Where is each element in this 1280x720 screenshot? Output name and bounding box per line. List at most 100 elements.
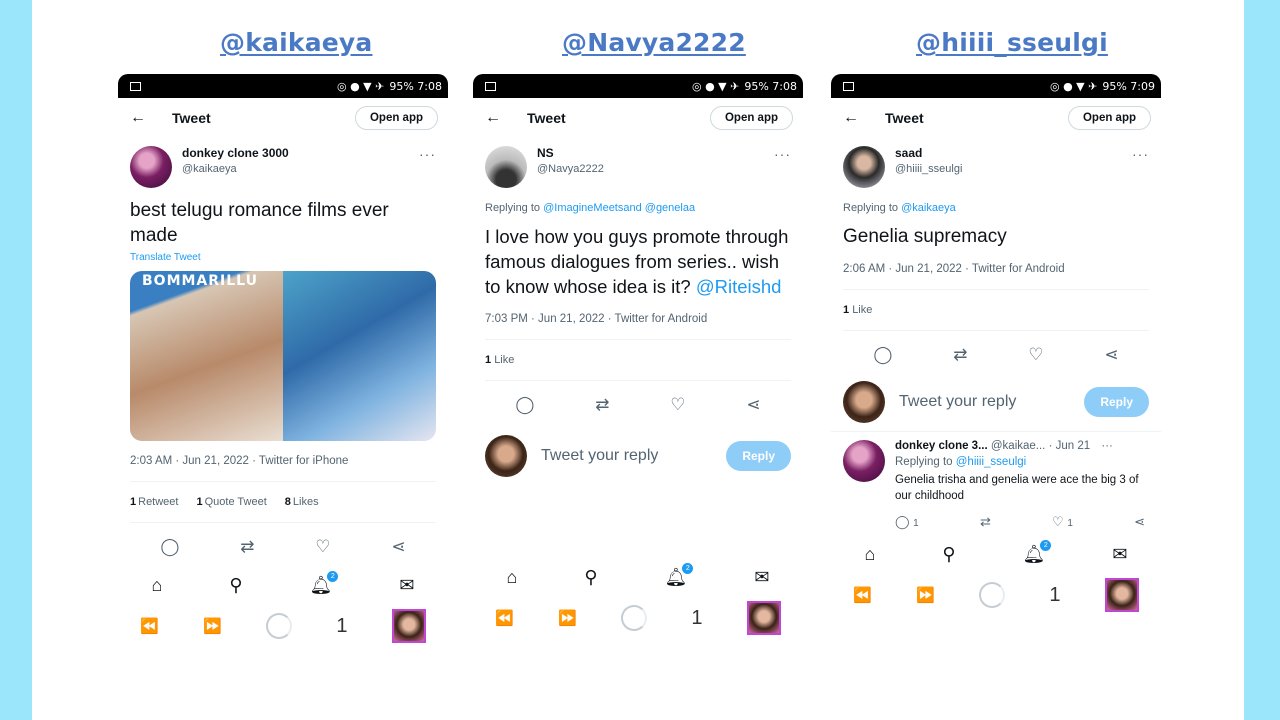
avatar[interactable] (843, 440, 885, 482)
like-icon[interactable]: ♡ (315, 537, 330, 557)
back-arrow-icon[interactable]: ← (130, 109, 160, 127)
translate-tweet-link[interactable]: Translate Tweet (130, 252, 436, 263)
profile-thumbnail[interactable] (746, 601, 781, 635)
notifications-icon[interactable]: 🔔︎ 2 (310, 571, 339, 596)
fast-forward-icon[interactable]: ⏩ (916, 586, 935, 604)
replying-to-link[interactable]: @hiiii_sseulgi (956, 456, 1026, 468)
reply-icon[interactable]: ◯ (160, 537, 179, 557)
notifications-icon[interactable]: 🔔︎ 2 (665, 563, 694, 588)
like-icon[interactable]: ♡ (1028, 345, 1043, 365)
reply-replying-to: Replying to @hiiii_sseulgi (895, 456, 1027, 468)
bottom-nav: ⌂ ⚲ 🔔︎ 2 ✉ (118, 567, 448, 604)
likes-stat[interactable]: 8 Likes (285, 496, 319, 508)
retweet-icon[interactable]: ⇄ (953, 345, 967, 365)
avatar[interactable] (485, 146, 527, 188)
username[interactable]: @kaikaeya (182, 163, 289, 175)
rewind-icon[interactable]: ⏪ (495, 609, 514, 627)
fast-forward-icon[interactable]: ⏩ (558, 609, 577, 627)
share-icon[interactable]: ⋖ (1104, 345, 1118, 365)
reply-icon[interactable]: ◯ (873, 345, 892, 365)
tab-count[interactable]: 1 (336, 615, 347, 638)
bottom-nav: ⌂ ⚲ 🔔︎ 2 ✉ (473, 559, 803, 596)
quotes-stat[interactable]: 1 Quote Tweet (196, 496, 266, 508)
reply-tweet[interactable]: donkey clone 3... @kaikae... · Jun 21 ··… (831, 432, 1161, 530)
reply-username[interactable]: @kaikae... (991, 440, 1046, 452)
open-app-button[interactable]: Open app (709, 106, 793, 130)
replying-to: Replying to @ImagineMeetsand @genelaa (485, 202, 696, 214)
main-tweet: saad @hiiii_sseulgi ··· Replying to @kai… (831, 138, 1161, 375)
home-icon[interactable]: ⌂ (506, 567, 517, 588)
reply-button[interactable]: Reply (726, 441, 791, 471)
retweet-icon[interactable]: ⇄ (240, 537, 254, 557)
more-options-icon[interactable]: ··· (419, 146, 436, 162)
tweet-actions: ◯ ⇄ ♡ ⋖ (130, 523, 436, 567)
like-icon[interactable]: ♡ 1 (1052, 514, 1073, 530)
retweets-stat[interactable]: 1 Retweet (130, 496, 178, 508)
messages-icon[interactable]: ✉ (1112, 544, 1127, 565)
display-name[interactable]: saad (895, 146, 962, 160)
display-name[interactable]: donkey clone 3000 (182, 146, 289, 160)
avatar[interactable] (130, 146, 172, 188)
share-icon[interactable]: ⋖ (391, 537, 405, 557)
replying-to-link[interactable]: @kaikaeya (901, 202, 956, 214)
gallery-icon (843, 81, 854, 91)
rewind-icon[interactable]: ⏪ (853, 586, 872, 604)
likes-stat[interactable]: 1 Like (843, 290, 1149, 330)
retweet-icon[interactable]: ⇄ (980, 514, 991, 530)
more-options-icon[interactable]: ··· (1132, 146, 1149, 162)
open-app-button[interactable]: Open app (1067, 106, 1151, 130)
reply-display-name[interactable]: donkey clone 3... (895, 440, 988, 452)
search-icon[interactable]: ⚲ (229, 575, 242, 596)
avatar (843, 381, 885, 423)
battery-time: 95% 7:09 (1102, 79, 1155, 93)
status-icons: ◎ ● ▼ ✈ (336, 79, 385, 93)
reply-input[interactable]: Tweet your reply (541, 447, 712, 465)
messages-icon[interactable]: ✉ (399, 575, 414, 596)
notification-badge: 2 (682, 563, 694, 574)
notifications-icon[interactable]: 🔔︎ 2 (1023, 540, 1052, 565)
search-icon[interactable]: ⚲ (942, 544, 955, 565)
reply-input[interactable]: Tweet your reply (899, 393, 1070, 411)
share-icon[interactable]: ⋖ (1134, 514, 1145, 530)
like-icon[interactable]: ♡ (670, 395, 685, 415)
reply-icon[interactable]: ◯ (515, 395, 534, 415)
share-icon[interactable]: ⋖ (746, 395, 760, 415)
loading-spinner-icon (266, 613, 293, 639)
home-icon[interactable]: ⌂ (864, 544, 875, 565)
tab-count[interactable]: 1 (1049, 584, 1060, 607)
more-options-icon[interactable]: ··· (774, 146, 791, 162)
tweet-media[interactable]: BOMMARILLU (130, 271, 436, 441)
back-arrow-icon[interactable]: ← (485, 109, 515, 127)
profile-thumbnail[interactable] (391, 609, 426, 643)
username[interactable]: @Navya2222 (537, 163, 604, 175)
status-bar: ◎ ● ▼ ✈ 95% 7:08 (118, 74, 448, 98)
back-arrow-icon[interactable]: ← (843, 109, 873, 127)
reply-date: · Jun 21 (1048, 440, 1091, 452)
avatar (485, 435, 527, 477)
home-icon[interactable]: ⌂ (151, 575, 162, 596)
rewind-icon[interactable]: ⏪ (140, 617, 159, 635)
open-app-button[interactable]: Open app (354, 106, 438, 130)
messages-icon[interactable]: ✉ (754, 567, 769, 588)
status-icons: ◎ ● ▼ ✈ (691, 79, 740, 93)
reply-button[interactable]: Reply (1084, 387, 1149, 417)
display-name[interactable]: NS (537, 146, 604, 160)
profile-thumbnail[interactable] (1104, 578, 1139, 612)
browser-bar: ⏪ ⏩ 1 (118, 604, 448, 648)
username[interactable]: @hiiii_sseulgi (895, 163, 962, 175)
reply-icon[interactable]: ◯ 1 (895, 514, 919, 530)
more-options-icon[interactable]: ··· (1101, 440, 1113, 452)
likes-stat[interactable]: 1 Like (485, 340, 791, 380)
mention-link[interactable]: @Riteishd (696, 276, 782, 297)
avatar[interactable] (843, 146, 885, 188)
replying-to-link[interactable]: @ImagineMeetsand @genelaa (543, 202, 695, 214)
tab-count[interactable]: 1 (691, 607, 702, 630)
main-tweet: donkey clone 3000 @kaikaeya ··· best tel… (118, 138, 448, 567)
movie-poster-left[interactable]: BOMMARILLU (130, 271, 283, 441)
engagement-stats: 1 Retweet 1 Quote Tweet 8 Likes (130, 482, 436, 522)
search-icon[interactable]: ⚲ (584, 567, 597, 588)
movie-poster-right[interactable] (283, 271, 436, 441)
fast-forward-icon[interactable]: ⏩ (203, 617, 222, 635)
retweet-icon[interactable]: ⇄ (595, 395, 609, 415)
